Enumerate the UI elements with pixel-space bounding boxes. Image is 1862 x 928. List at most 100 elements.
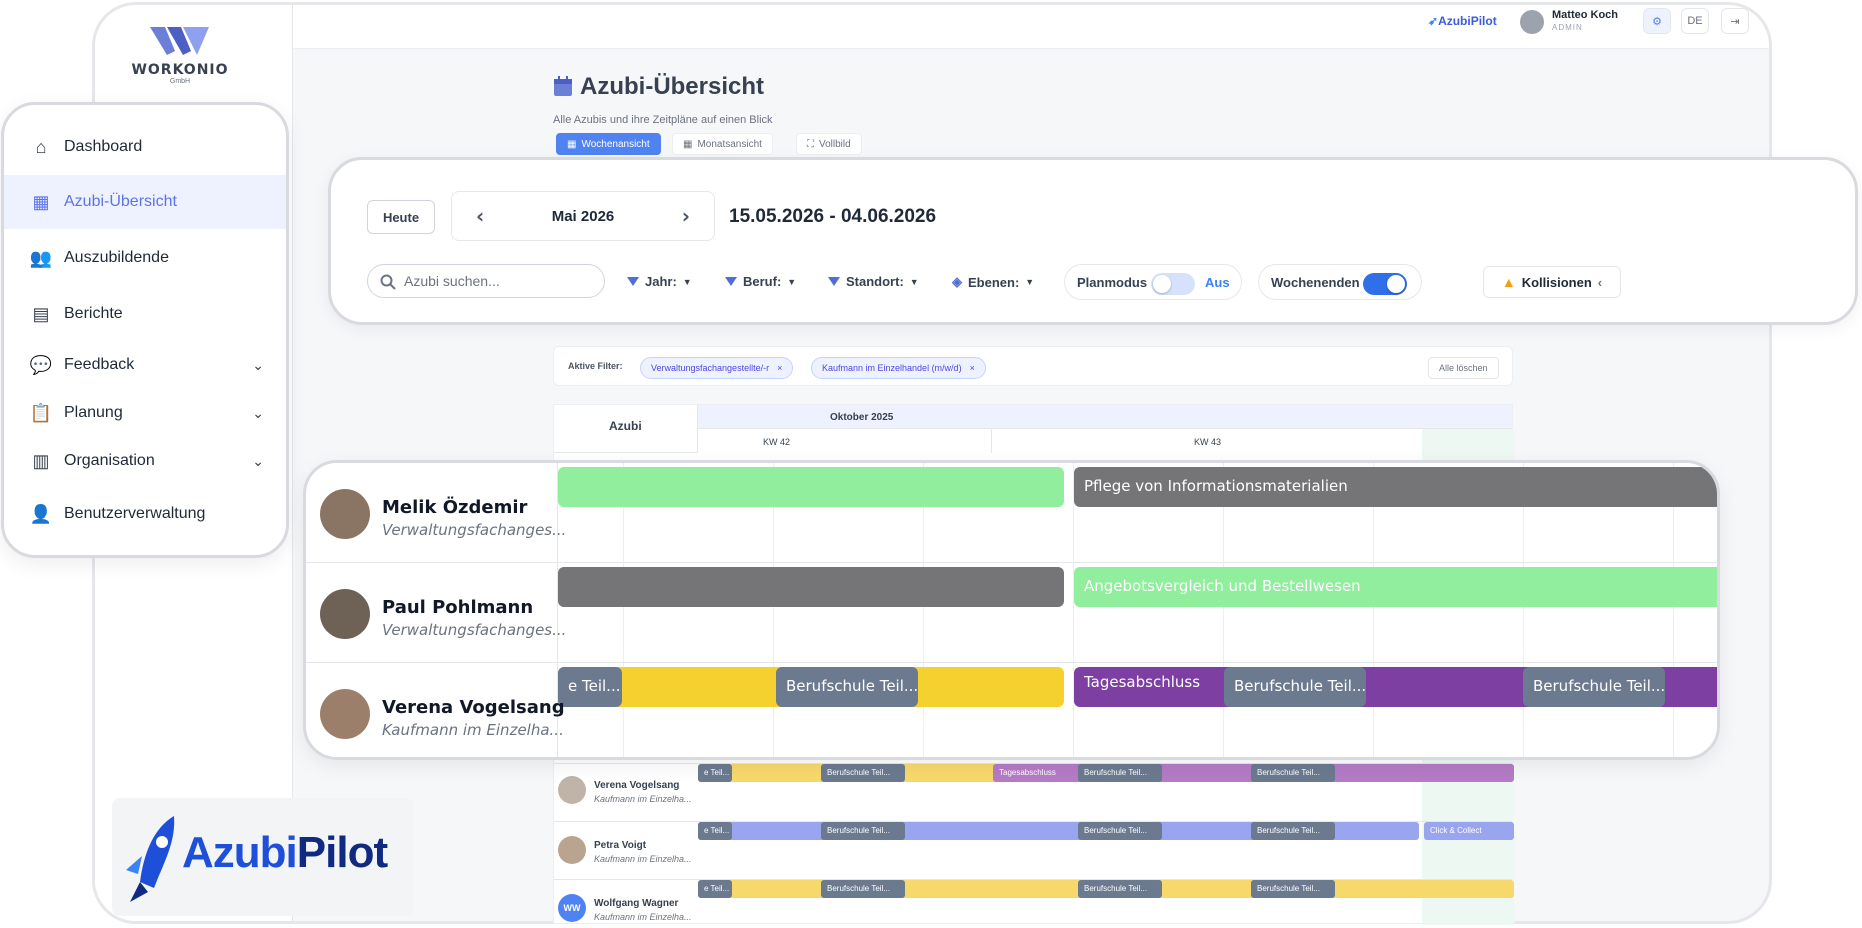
row-role: Kaufmann im Einzelha... (594, 854, 692, 864)
schedule-bar[interactable] (558, 567, 1064, 607)
schedule-bar[interactable]: Berufschule Teil... (1251, 822, 1335, 840)
sidebar-item-feedback[interactable]: 💬 Feedback ⌄ (4, 338, 286, 392)
chevron-down-icon: ⌄ (252, 404, 264, 421)
sidebar-item-dashboard[interactable]: ⌂ Dashboard (4, 120, 286, 174)
clear-filters-button[interactable]: Alle löschen (1428, 357, 1499, 379)
top-bar (293, 5, 1769, 49)
month-label: Mai 2026 (551, 208, 615, 225)
close-icon[interactable]: × (970, 363, 975, 373)
logout-icon: ⇥ (1730, 15, 1740, 28)
weekends-switch[interactable] (1363, 273, 1407, 295)
schedule-bar[interactable]: Berufschule Teil... (1078, 880, 1162, 898)
azubipilot-logo: AzubiPilot (112, 798, 414, 916)
tab-week-view[interactable]: ▦ Wochenansicht (556, 133, 661, 155)
filter-chip[interactable]: Kaufmann im Einzelhandel (m/w/d) × (811, 357, 986, 379)
schedule-bar[interactable]: Berufschule Teil... (1523, 667, 1665, 707)
user-avatar[interactable] (1520, 10, 1544, 34)
sidebar-item-organisation[interactable]: ▥ Organisation ⌄ (4, 434, 286, 488)
clipboard-icon: 📋 (29, 402, 53, 423)
sidebar-item-azubi-overview[interactable]: ▦ Azubi-Übersicht (4, 175, 286, 229)
settings-button[interactable]: ⚙ (1643, 8, 1671, 34)
company-sub: GmbH (169, 78, 191, 85)
filter-chip[interactable]: Verwaltungsfachangestellte/-r × (640, 357, 794, 379)
timeline-row[interactable]: Pflege von Informationsmaterialien Melik… (306, 463, 1717, 563)
schedule-bar[interactable]: e Teil... (698, 764, 732, 782)
collisions-button[interactable]: ▲ Kollisionen ‹ (1483, 266, 1621, 298)
weekends-toggle-group: Wochenenden (1258, 264, 1422, 300)
table-row[interactable]: Verena Vogelsang Kaufmann im Einzelha...… (554, 763, 1514, 821)
search-input[interactable] (404, 273, 594, 289)
schedule-bar[interactable]: Angebotsvergleich und Bestellwesen (1074, 567, 1717, 607)
timeline-row[interactable]: e Teil... Berufschule Teil... Tagesabsch… (306, 663, 1717, 757)
sidebar-item-trainees[interactable]: 👥 Auszubildende (4, 231, 286, 285)
sidebar-nav: ⌂ Dashboard ▦ Azubi-Übersicht 👥 Auszubilden… (1, 102, 289, 558)
tab-fullscreen[interactable]: ⛶ Vollbild (796, 133, 862, 155)
users-icon: 👥 (29, 247, 53, 268)
sidebar-item-user-management[interactable]: 👤 Benutzerverwaltung (4, 487, 286, 541)
grid-col-header: Azubi (609, 419, 642, 433)
table-row[interactable]: Petra Voigt Kaufmann im Einzelha... e Te… (554, 821, 1514, 879)
filter-year[interactable]: Jahr: ▼ (627, 274, 692, 289)
today-button[interactable]: Heute (367, 200, 435, 234)
schedule-bar[interactable]: Berufschule Teil... (776, 667, 918, 707)
person-cell[interactable]: Paul Pohlmann Verwaltungsfachanges... (310, 563, 566, 662)
schedule-bar[interactable]: Berufschule Teil... (1078, 764, 1162, 782)
week-header: KW 43 (1194, 437, 1222, 447)
logo-text: AzubiPilot (182, 828, 388, 877)
schedule-bar[interactable]: e Teil... (558, 667, 622, 707)
schedule-bar[interactable]: e Teil... (698, 822, 732, 840)
calendar-icon: ▦ (32, 191, 50, 212)
close-icon[interactable]: × (777, 363, 782, 373)
schedule-bar[interactable]: Berufschule Teil... (1251, 764, 1335, 782)
gear-icon: ⚙ (1652, 15, 1662, 28)
schedule-bar[interactable]: Berufschule Teil... (821, 764, 905, 782)
timeline-row[interactable]: Angebotsvergleich und Bestellwesen Paul … (306, 563, 1717, 663)
schedule-bar[interactable]: Berufschule Teil... (821, 822, 905, 840)
schedule-bar[interactable]: Berufschule Teil... (1251, 880, 1335, 898)
sidebar-item-reports[interactable]: ▤ Berichte (4, 287, 286, 341)
warning-icon: ▲ (1501, 274, 1516, 290)
sidebar-item-planning[interactable]: 📋 Planung ⌄ (4, 386, 286, 440)
logout-button[interactable]: ⇥ (1721, 8, 1749, 34)
company-logo: WORKONIO GmbH (125, 25, 235, 97)
filter-location[interactable]: Standort: ▼ (828, 274, 919, 289)
date-range: 15.05.2026 - 04.06.2026 (729, 206, 937, 227)
language-button[interactable]: DE (1681, 8, 1709, 34)
schedule-bar[interactable]: Berufschule Teil... (821, 880, 905, 898)
chevron-right-icon[interactable]: › (682, 204, 690, 228)
person-name: Verena Vogelsang (382, 697, 565, 718)
planmodus-switch[interactable] (1151, 273, 1195, 295)
building-icon: ▥ (32, 450, 50, 471)
month-navigator: ‹ Mai 2026 › (451, 191, 715, 241)
row-role: Kaufmann im Einzelha... (594, 912, 692, 922)
home-icon: ⌂ (35, 136, 47, 157)
filter-profession[interactable]: Beruf: ▼ (725, 274, 796, 289)
table-row[interactable]: WW Wolfgang Wagner Kaufmann im Einzelha.… (554, 879, 1514, 925)
filter-layers[interactable]: ◈ Ebenen: ▼ (952, 274, 1034, 290)
schedule-bar[interactable]: e Teil... (698, 880, 732, 898)
person-role: Kaufmann im Einzelha... (382, 721, 564, 739)
week-header: KW 42 (763, 437, 791, 447)
page-subtitle: Alle Azubis und ihre Zeitpläne auf einen… (553, 114, 773, 126)
schedule-bar[interactable]: Pflege von Informationsmaterialien (1074, 467, 1717, 507)
grid-month-header: Oktober 2025 (830, 412, 894, 423)
person-name: Paul Pohlmann (382, 597, 534, 618)
avatar (558, 836, 586, 864)
tab-month-view[interactable]: ▦ Monatsansicht (672, 133, 773, 155)
avatar (558, 776, 586, 804)
topbar-brand[interactable]: ➶AzubiPilot (1428, 14, 1497, 28)
user-name: Matteo Koch (1552, 9, 1618, 21)
rocket-icon (126, 816, 175, 902)
search-box (367, 264, 605, 298)
schedule-bar[interactable]: Click & Collect (1424, 822, 1514, 840)
person-cell[interactable]: Verena Vogelsang Kaufmann im Einzelha... (310, 663, 565, 757)
weekends-label: Wochenenden (1271, 275, 1360, 290)
caret-down-icon: ▼ (909, 276, 919, 287)
chat-icon: 💬 (29, 354, 53, 375)
person-cell[interactable]: Melik Özdemir Verwaltungsfachanges... (310, 463, 566, 562)
person-role: Verwaltungsfachanges... (382, 621, 567, 639)
page-title: Azubi-Übersicht (580, 73, 765, 100)
schedule-bar[interactable]: Berufschule Teil... (1224, 667, 1366, 707)
schedule-bar[interactable] (558, 467, 1064, 507)
schedule-bar[interactable]: Berufschule Teil... (1078, 822, 1162, 840)
